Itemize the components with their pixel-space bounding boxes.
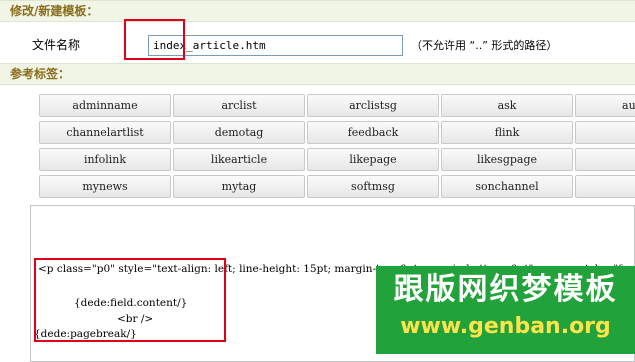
tag-button-infolink[interactable]: infolink	[39, 148, 171, 171]
tag-button-demotag[interactable]: demotag	[173, 121, 305, 144]
edit-template-header: 修改/新建模板：	[0, 0, 635, 22]
reference-tags-header: 参考标签：	[0, 63, 635, 85]
file-path-note: （不允许用 “..” 形式的路径）	[411, 39, 558, 52]
tag-button-mynews[interactable]: mynews	[39, 175, 171, 198]
tag-button-softmsg[interactable]: softmsg	[307, 175, 439, 198]
file-name-input[interactable]	[148, 35, 403, 56]
highlight-box-field-content	[34, 258, 226, 342]
tag-button-s[interactable]: s	[575, 175, 635, 198]
watermark-url: www.genban.org	[400, 314, 611, 339]
reference-tags-panel: adminname arclist arclistsg ask autoch c…	[30, 86, 635, 200]
tag-button-gr[interactable]: gr	[575, 121, 635, 144]
tag-button-likepage[interactable]: likepage	[307, 148, 439, 171]
tag-button-arclist[interactable]: arclist	[173, 94, 305, 117]
tag-button-flink[interactable]: flink	[441, 121, 573, 144]
tag-button-likearticle[interactable]: likearticle	[173, 148, 305, 171]
tag-button-likesgpage[interactable]: likesgpage	[441, 148, 573, 171]
tag-button-adminname[interactable]: adminname	[39, 94, 171, 117]
tag-button-feedback[interactable]: feedback	[307, 121, 439, 144]
highlight-box-file-name	[124, 19, 185, 60]
tag-button-ask[interactable]: ask	[441, 94, 573, 117]
tag-button-lo[interactable]: lo	[575, 148, 635, 171]
site-watermark: 跟版网织梦模板 www.genban.org	[376, 266, 635, 354]
tag-button-autochannel[interactable]: autoch	[575, 94, 635, 117]
watermark-title: 跟版网织梦模板	[393, 272, 618, 307]
tag-button-arclistsg[interactable]: arclistsg	[307, 94, 439, 117]
tag-button-mytag[interactable]: mytag	[173, 175, 305, 198]
tag-button-sonchannel[interactable]: sonchannel	[441, 175, 573, 198]
file-name-label: 文件名称	[32, 38, 81, 52]
file-name-row: 文件名称 （不允许用 “..” 形式的路径）	[0, 23, 635, 63]
tag-button-channelartlist[interactable]: channelartlist	[39, 121, 171, 144]
